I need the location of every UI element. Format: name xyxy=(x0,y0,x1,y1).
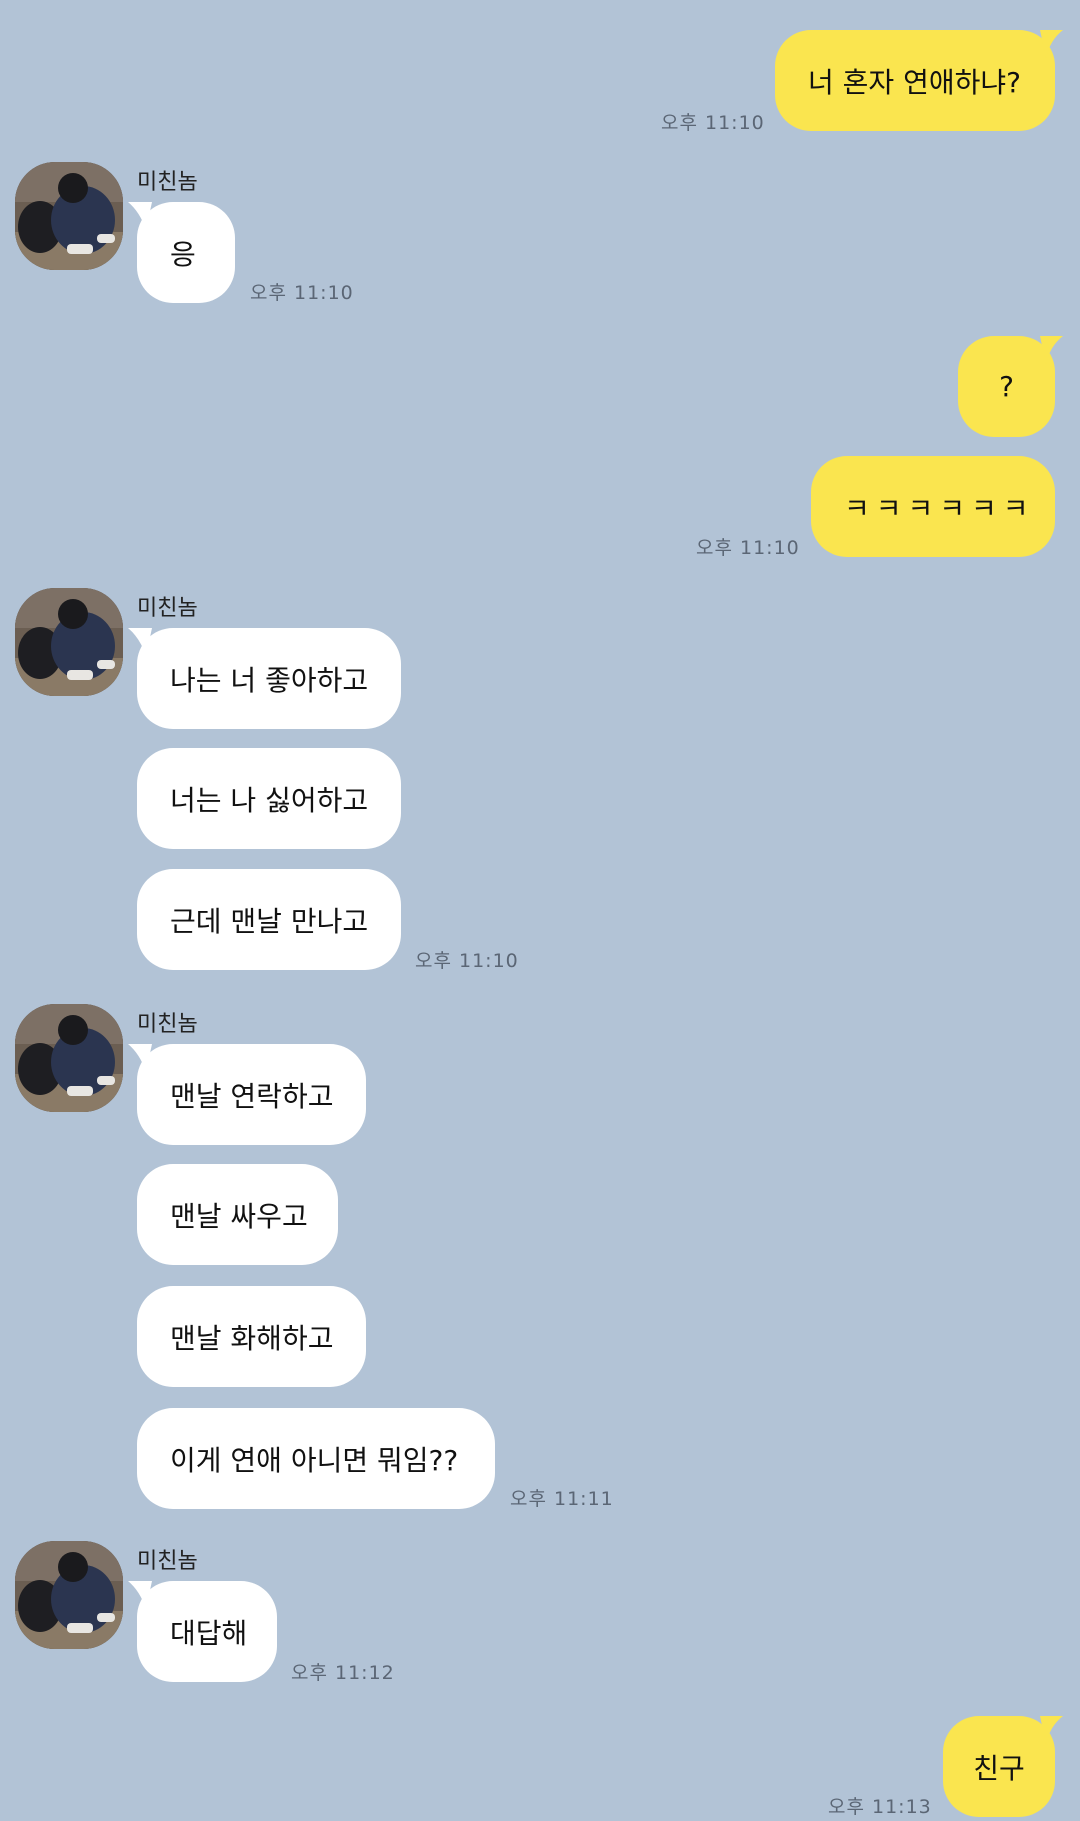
sender-name: 미친놈 xyxy=(137,1012,198,1037)
avatar[interactable] xyxy=(15,1004,123,1112)
message-text: 근데 맨날 만나고 xyxy=(170,904,369,938)
their-message-bubble[interactable]: 맨날 연락하고 xyxy=(137,1044,366,1145)
message-text: 친구 xyxy=(973,1751,1025,1785)
message-text: ? xyxy=(999,370,1014,403)
sender-name: 미친놈 xyxy=(137,1549,198,1574)
message-text: ㅋㅋㅋㅋㅋㅋ xyxy=(844,491,1035,525)
avatar[interactable] xyxy=(15,162,123,270)
bubble-tail-icon xyxy=(1040,1716,1063,1744)
sender-name: 미친놈 xyxy=(137,596,198,621)
timestamp: 오후 11:10 xyxy=(661,112,765,134)
message-text: 맨날 화해하고 xyxy=(170,1321,334,1355)
message-text: 나는 너 좋아하고 xyxy=(170,663,369,697)
timestamp: 오후 11:11 xyxy=(510,1488,614,1510)
timestamp: 오후 11:10 xyxy=(250,282,354,304)
my-message-bubble[interactable]: 너 혼자 연애하냐? xyxy=(775,30,1055,131)
their-message-bubble[interactable]: 나는 너 좋아하고 xyxy=(137,628,401,729)
avatar[interactable] xyxy=(15,588,123,696)
message-text: 맨날 연락하고 xyxy=(170,1079,334,1113)
message-text: 너는 나 싫어하고 xyxy=(170,783,369,817)
their-message-bubble[interactable]: 너는 나 싫어하고 xyxy=(137,748,401,849)
their-message-bubble[interactable]: 근데 맨날 만나고 xyxy=(137,869,401,970)
my-message-bubble[interactable]: 친구 xyxy=(943,1716,1055,1817)
avatar[interactable] xyxy=(15,1541,123,1649)
message-text: 응 xyxy=(170,237,196,271)
my-message-bubble[interactable]: ㅋㅋㅋㅋㅋㅋ xyxy=(811,456,1055,557)
their-message-bubble[interactable]: 맨날 싸우고 xyxy=(137,1164,338,1265)
timestamp: 오후 11:10 xyxy=(696,537,800,559)
their-message-bubble[interactable]: 대답해 xyxy=(137,1581,277,1682)
their-message-bubble[interactable]: 응 xyxy=(137,202,235,303)
bubble-tail-icon xyxy=(1040,30,1063,58)
message-text: 대답해 xyxy=(170,1616,248,1650)
sender-name: 미친놈 xyxy=(137,170,198,195)
message-text: 이게 연애 아니면 뭐임?? xyxy=(170,1443,459,1477)
bubble-tail-icon xyxy=(1040,336,1063,364)
timestamp: 오후 11:10 xyxy=(415,950,519,972)
their-message-bubble[interactable]: 맨날 화해하고 xyxy=(137,1286,366,1387)
their-message-bubble[interactable]: 이게 연애 아니면 뭐임?? xyxy=(137,1408,495,1509)
message-text: 맨날 싸우고 xyxy=(170,1199,308,1233)
message-text: 너 혼자 연애하냐? xyxy=(808,65,1021,99)
timestamp: 오후 11:13 xyxy=(828,1796,932,1818)
timestamp: 오후 11:12 xyxy=(291,1662,395,1684)
